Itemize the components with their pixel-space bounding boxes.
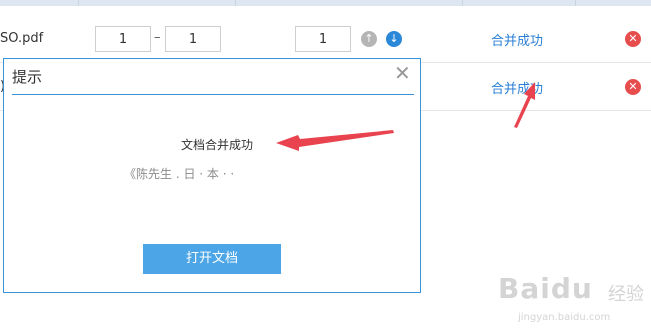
annotation-arrow	[514, 82, 535, 128]
watermark-url: jingyan.baidu.com	[518, 312, 611, 323]
baidu-watermark: Baidu 经验 jingyan.baidu.com	[498, 262, 648, 332]
watermark-brand: Baidu	[498, 272, 593, 305]
annotation-arrow	[276, 130, 394, 151]
watermark-suffix: 经验	[608, 284, 644, 305]
